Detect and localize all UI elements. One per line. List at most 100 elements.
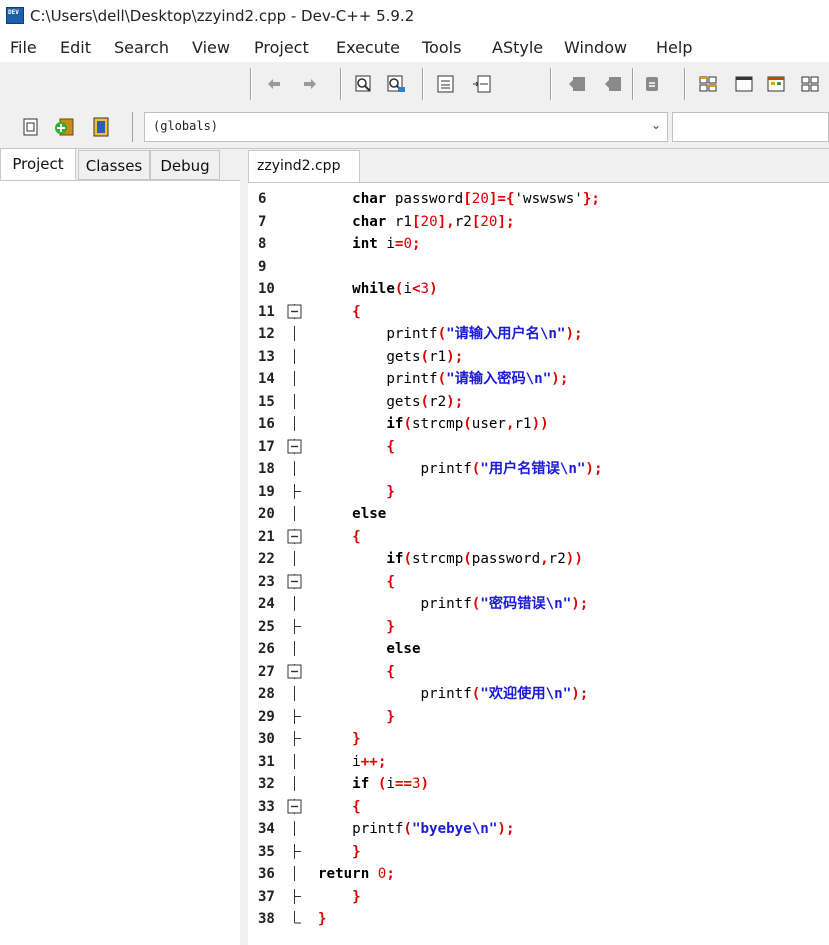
code-text: gets(r2);	[386, 393, 464, 410]
fold-end-marker	[294, 731, 301, 746]
tab-classes-label: Classes	[85, 157, 143, 175]
code-line[interactable]: 17 {	[248, 436, 829, 459]
line-number: 31	[258, 753, 275, 770]
code-line[interactable]: 8 int i=0;	[248, 233, 829, 256]
find-icon[interactable]	[354, 74, 374, 94]
bookmark-icon[interactable]	[642, 74, 662, 94]
code-line[interactable]: 31 i++;	[248, 751, 829, 774]
scope-selector[interactable]: (globals) ⌄	[144, 112, 668, 142]
code-line[interactable]: 16 if(strcmp(user,r1))	[248, 413, 829, 436]
toolbar-separator	[684, 68, 686, 100]
fold-collapse-icon[interactable]	[287, 573, 302, 589]
code-line[interactable]: 33 {	[248, 796, 829, 819]
code-line[interactable]: 11 {	[248, 301, 829, 324]
bookmark-next-icon[interactable]	[604, 74, 624, 94]
insert-icon[interactable]	[472, 74, 492, 94]
code-editor[interactable]: 6 char password[20]={'wswsws'}; 7 char r1…	[248, 182, 829, 945]
code-line[interactable]: 38}	[248, 908, 829, 931]
code-line[interactable]: 21 {	[248, 526, 829, 549]
fold-collapse-icon[interactable]	[287, 528, 302, 544]
code-line[interactable]: 12 printf("请输入用户名\n");	[248, 323, 829, 346]
menu-help[interactable]: Help	[656, 38, 692, 57]
code-line[interactable]: 25 }	[248, 616, 829, 639]
fold-line	[294, 641, 295, 656]
code-line[interactable]: 7 char r1[20],r2[20];	[248, 211, 829, 234]
fold-line	[294, 371, 295, 386]
panel-splitter[interactable]	[240, 150, 246, 944]
fold-collapse-icon[interactable]	[287, 663, 302, 679]
menu-window[interactable]: Window	[564, 38, 627, 57]
fold-line	[294, 348, 295, 364]
undo-icon[interactable]	[264, 74, 284, 94]
code-line[interactable]: 32 if (i==3)	[248, 773, 829, 796]
code-text: {	[386, 438, 395, 455]
code-text: }	[352, 888, 361, 905]
code-line[interactable]: 26 else	[248, 638, 829, 661]
code-line[interactable]: 15 gets(r2);	[248, 391, 829, 414]
code-line[interactable]: 28 printf("欢迎使用\n");	[248, 683, 829, 706]
code-line[interactable]: 37 }	[248, 886, 829, 909]
replace-icon[interactable]	[386, 74, 406, 94]
toolbar-separator	[340, 68, 342, 100]
function-selector[interactable]	[672, 112, 829, 142]
menu-execute[interactable]: Execute	[336, 38, 400, 57]
list-icon[interactable]	[436, 74, 456, 94]
remove-from-project-icon[interactable]	[90, 116, 112, 138]
menu-view[interactable]: View	[192, 38, 230, 57]
tab-debug[interactable]: Debug	[150, 150, 220, 180]
tab-project[interactable]: Project	[0, 148, 76, 180]
code-line[interactable]: 14 printf("请输入密码\n");	[248, 368, 829, 391]
fold-collapse-icon[interactable]	[287, 798, 302, 814]
code-line[interactable]: 36 return 0;	[248, 863, 829, 886]
tile-icon[interactable]	[698, 74, 718, 94]
bookmark-prev-icon[interactable]	[568, 74, 588, 94]
line-number: 37	[258, 888, 275, 905]
fold-line	[287, 281, 302, 296]
fold-collapse-icon[interactable]	[287, 438, 302, 454]
code-text: }	[318, 911, 327, 927]
toolbar-separator	[250, 68, 252, 100]
fold-line	[294, 326, 295, 341]
add-to-project-icon[interactable]	[54, 116, 76, 138]
fold-line	[294, 776, 295, 791]
chevron-down-icon[interactable]: ⌄	[651, 118, 661, 132]
code-line[interactable]: 23 {	[248, 571, 829, 594]
code-line[interactable]: 29 }	[248, 706, 829, 729]
menu-search[interactable]: Search	[114, 38, 169, 57]
line-number: 6	[258, 191, 267, 207]
code-line[interactable]: 9	[248, 256, 829, 279]
menu-tools[interactable]: Tools	[422, 38, 461, 57]
line-number: 18	[258, 461, 275, 477]
code-line[interactable]: 19 }	[248, 481, 829, 504]
redo-icon[interactable]	[300, 74, 320, 94]
menu-edit[interactable]: Edit	[60, 38, 91, 57]
line-number: 36	[258, 866, 275, 882]
code-line[interactable]: 20 else	[248, 503, 829, 526]
fold-collapse-icon[interactable]	[287, 303, 302, 319]
grid-icon[interactable]	[800, 74, 820, 94]
code-line[interactable]: 18 printf("用户名错误\n");	[248, 458, 829, 481]
compile-icon[interactable]	[766, 74, 786, 94]
fold-line	[294, 753, 295, 769]
code-line[interactable]: 13 gets(r1);	[248, 346, 829, 369]
code-line[interactable]: 10 while(i<3)	[248, 278, 829, 301]
menu-astyle[interactable]: AStyle	[492, 38, 543, 57]
code-line[interactable]: 22 if(strcmp(password,r2))	[248, 548, 829, 571]
tab-file[interactable]: zzyind2.cpp	[248, 150, 360, 182]
tab-debug-label: Debug	[160, 157, 210, 175]
code-line[interactable]: 34 printf("byebye\n");	[248, 818, 829, 841]
code-line[interactable]: 24 printf("密码错误\n");	[248, 593, 829, 616]
code-line[interactable]: 30 }	[248, 728, 829, 751]
tab-project-label: Project	[12, 155, 64, 173]
menu-file[interactable]: File	[10, 38, 37, 57]
code-line[interactable]: 35 }	[248, 841, 829, 864]
menu-project[interactable]: Project	[254, 38, 309, 57]
line-number: 35	[258, 843, 275, 860]
fold-line	[287, 259, 302, 274]
window-icon[interactable]	[734, 74, 754, 94]
code-line[interactable]: 6 char password[20]={'wswsws'};	[248, 188, 829, 211]
tab-classes[interactable]: Classes	[78, 150, 150, 180]
code-line[interactable]: 27 {	[248, 661, 829, 684]
line-number: 12	[258, 326, 275, 342]
project-new-icon[interactable]	[20, 116, 42, 138]
